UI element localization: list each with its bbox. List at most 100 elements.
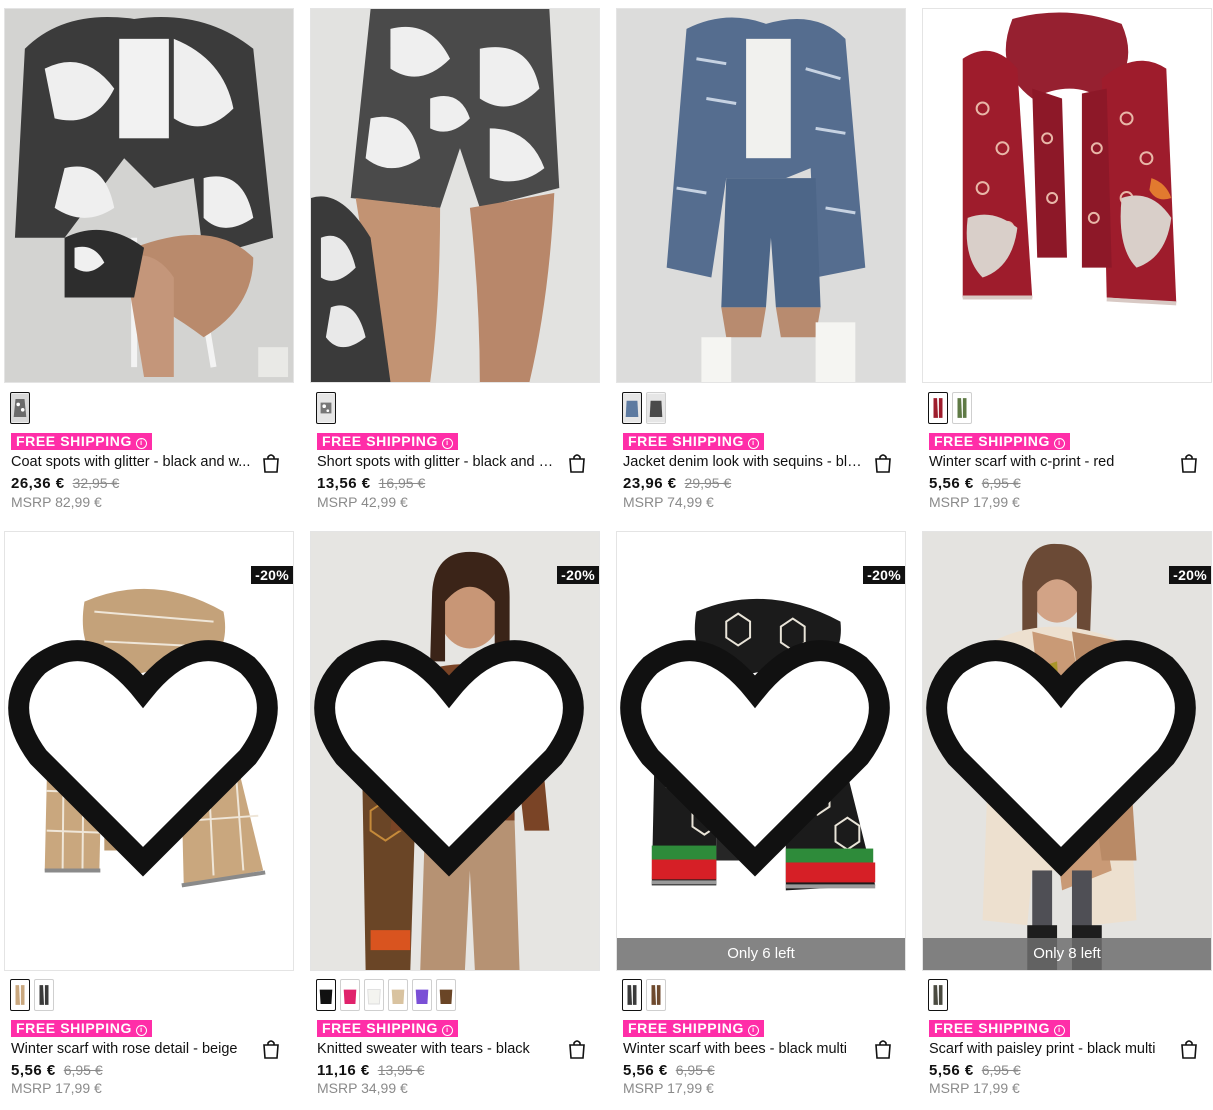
product-image[interactable]: [4, 8, 294, 383]
product-name[interactable]: Jacket denim look with sequins - blu...: [623, 454, 863, 470]
shopping-bag-icon[interactable]: [1176, 1036, 1202, 1062]
product-name[interactable]: Scarf with paisley print - black multi: [929, 1041, 1169, 1057]
free-shipping-label: FREE SHIPPING: [934, 1020, 1050, 1036]
msrp-price: MSRP 74,99 €: [623, 494, 714, 510]
color-swatch[interactable]: [10, 392, 30, 424]
original-price: 6,95 €: [981, 1062, 1021, 1078]
product-card[interactable]: -20% FREE SHIPPING i Knitted sweater with…: [310, 530, 600, 1110]
sale-price: 23,96 €: [623, 475, 677, 492]
free-shipping-badge: FREE SHIPPING i: [11, 1020, 152, 1037]
product-card[interactable]: FREE SHIPPING i Winter scarf with c-print…: [922, 0, 1212, 515]
sale-price: 5,56 €: [929, 475, 974, 492]
free-shipping-label: FREE SHIPPING: [628, 1020, 744, 1036]
original-price: 13,95 €: [377, 1062, 425, 1078]
heart-icon[interactable]: [922, 538, 1205, 971]
stock-banner: Only 8 left: [923, 938, 1211, 970]
product-image[interactable]: -20% Only 6 left: [616, 531, 906, 971]
product-name[interactable]: Winter scarf with rose detail - beige: [11, 1041, 251, 1057]
color-swatch[interactable]: [646, 392, 666, 424]
color-swatches: [622, 979, 666, 1011]
info-icon[interactable]: i: [135, 438, 147, 449]
stock-banner: Only 6 left: [617, 938, 905, 970]
color-swatch[interactable]: [436, 979, 456, 1011]
original-price: 6,95 €: [63, 1062, 103, 1078]
product-card[interactable]: -20% FREE SHIPPING i Winter scarf with ro…: [4, 530, 294, 1110]
product-card[interactable]: FREE SHIPPING i Coat spots with glitter -…: [4, 0, 294, 515]
info-icon[interactable]: i: [747, 1025, 759, 1036]
sale-price: 5,56 €: [929, 1062, 974, 1079]
discount-badge: -20%: [557, 566, 599, 584]
color-swatch[interactable]: [10, 979, 30, 1011]
color-swatches: [622, 392, 666, 424]
sale-price: 5,56 €: [11, 1062, 56, 1079]
msrp-price: MSRP 34,99 €: [317, 1080, 408, 1096]
info-icon[interactable]: i: [441, 1025, 453, 1036]
shopping-bag-icon[interactable]: [1176, 450, 1202, 476]
product-card[interactable]: -20% Only 6 left FREE SHIPPING i Winter s…: [616, 530, 906, 1110]
free-shipping-badge: FREE SHIPPING i: [317, 1020, 458, 1037]
sale-price: 26,36 €: [11, 475, 65, 492]
color-swatch[interactable]: [928, 979, 948, 1011]
heart-icon[interactable]: [4, 538, 287, 971]
msrp-price: MSRP 82,99 €: [11, 494, 102, 510]
product-name[interactable]: Knitted sweater with tears - black: [317, 1041, 557, 1057]
product-name[interactable]: Short spots with glitter - black and w..…: [317, 454, 557, 470]
shopping-bag-icon[interactable]: [870, 1036, 896, 1062]
product-card[interactable]: FREE SHIPPING i Jacket denim look with se…: [616, 0, 906, 515]
heart-icon[interactable]: [310, 538, 593, 971]
info-icon[interactable]: i: [441, 438, 453, 449]
color-swatch[interactable]: [316, 392, 336, 424]
product-image[interactable]: -20% Only 8 left: [922, 531, 1212, 971]
color-swatch[interactable]: [646, 979, 666, 1011]
color-swatch[interactable]: [928, 392, 948, 424]
product-image[interactable]: [922, 8, 1212, 383]
discount-badge: -20%: [863, 566, 905, 584]
shopping-bag-icon[interactable]: [564, 450, 590, 476]
free-shipping-label: FREE SHIPPING: [322, 1020, 438, 1036]
shopping-bag-icon[interactable]: [258, 1036, 284, 1062]
color-swatches: [10, 979, 54, 1011]
info-icon[interactable]: i: [1053, 438, 1065, 449]
product-image[interactable]: -20%: [4, 531, 294, 971]
original-price: 6,95 €: [675, 1062, 715, 1078]
info-icon[interactable]: i: [747, 438, 759, 449]
color-swatch[interactable]: [316, 979, 336, 1011]
price-row: 5,56 € 6,95 €: [929, 475, 1021, 492]
price-row: 5,56 € 6,95 €: [623, 1062, 715, 1079]
shopping-bag-icon[interactable]: [564, 1036, 590, 1062]
color-swatch[interactable]: [952, 392, 972, 424]
product-card[interactable]: FREE SHIPPING i Short spots with glitter …: [310, 0, 600, 515]
color-swatch[interactable]: [412, 979, 432, 1011]
color-swatch[interactable]: [388, 979, 408, 1011]
color-swatches: [10, 392, 30, 424]
free-shipping-label: FREE SHIPPING: [322, 433, 438, 449]
product-name[interactable]: Winter scarf with bees - black multi: [623, 1041, 863, 1057]
shopping-bag-icon[interactable]: [258, 450, 284, 476]
sale-price: 11,16 €: [317, 1062, 370, 1079]
msrp-price: MSRP 17,99 €: [623, 1080, 714, 1096]
free-shipping-label: FREE SHIPPING: [16, 433, 132, 449]
product-card[interactable]: -20% Only 8 left FREE SHIPPING i Scarf wi…: [922, 530, 1212, 1110]
product-image[interactable]: -20%: [310, 531, 600, 971]
product-image[interactable]: [616, 8, 906, 383]
color-swatches: [928, 392, 972, 424]
price-row: 5,56 € 6,95 €: [11, 1062, 103, 1079]
info-icon[interactable]: i: [135, 1025, 147, 1036]
product-name[interactable]: Winter scarf with c-print - red: [929, 454, 1169, 470]
product-name[interactable]: Coat spots with glitter - black and w...: [11, 454, 251, 470]
product-image[interactable]: [310, 8, 600, 383]
color-swatch[interactable]: [34, 979, 54, 1011]
color-swatch[interactable]: [622, 392, 642, 424]
shopping-bag-icon[interactable]: [870, 450, 896, 476]
color-swatch[interactable]: [340, 979, 360, 1011]
color-swatch[interactable]: [622, 979, 642, 1011]
free-shipping-badge: FREE SHIPPING i: [623, 1020, 764, 1037]
color-swatch[interactable]: [364, 979, 384, 1011]
original-price: 6,95 €: [981, 475, 1021, 491]
heart-icon[interactable]: [616, 538, 899, 971]
color-swatches: [316, 979, 456, 1011]
msrp-price: MSRP 42,99 €: [317, 494, 408, 510]
msrp-price: MSRP 17,99 €: [929, 1080, 1020, 1096]
info-icon[interactable]: i: [1053, 1025, 1065, 1036]
price-row: 5,56 € 6,95 €: [929, 1062, 1021, 1079]
